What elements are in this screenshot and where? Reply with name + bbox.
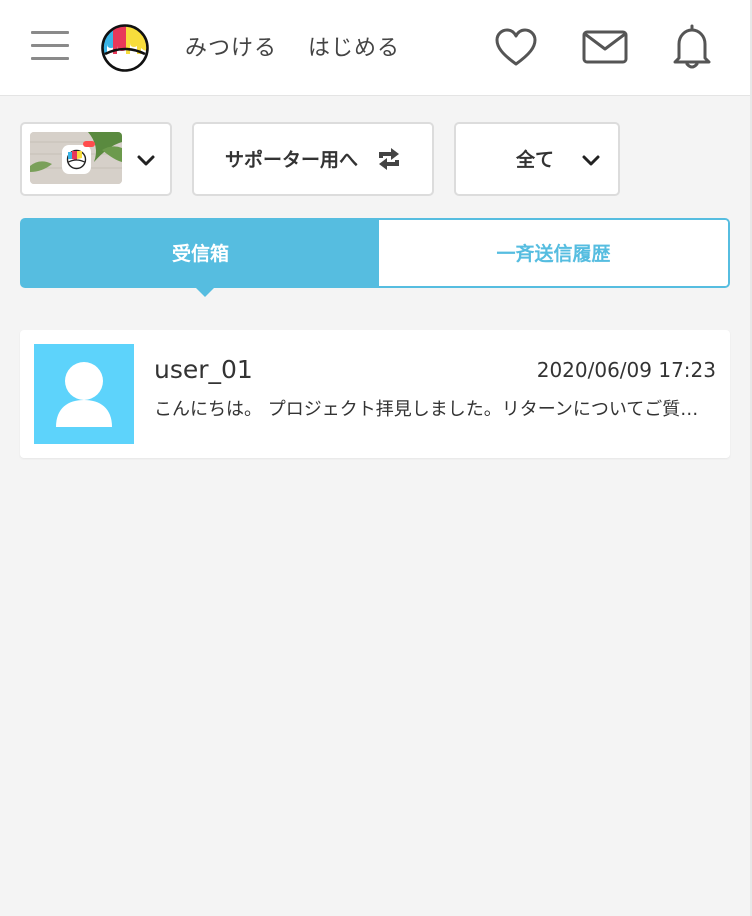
- heart-icon[interactable]: [494, 28, 538, 72]
- chevron-down-icon: [581, 153, 601, 172]
- message-preview: こんにちは。 プロジェクト拝見しました。リターンについてご質問があります。: [154, 399, 716, 420]
- project-selector[interactable]: [20, 122, 172, 196]
- filter-selected-value: 全て: [516, 149, 555, 171]
- chevron-down-icon: [136, 153, 156, 172]
- switch-to-supporter-button[interactable]: サポーター用へ: [192, 122, 434, 196]
- list-item[interactable]: user_01 2020/06/09 17:23 こんにちは。 プロジェクト拝見…: [20, 330, 730, 458]
- switch-icon: [377, 148, 401, 174]
- message-tabs: 受信箱 一斉送信履歴: [20, 218, 730, 288]
- active-tab-pointer: [194, 286, 216, 297]
- project-thumbnail: [30, 132, 122, 184]
- mail-icon[interactable]: [582, 30, 628, 68]
- tab-inbox-label: 受信箱: [171, 243, 229, 265]
- filter-dropdown[interactable]: 全て: [454, 122, 620, 196]
- nav-start-link[interactable]: はじめる: [308, 34, 400, 64]
- switch-to-supporter-label: サポーター用へ: [225, 149, 359, 171]
- tab-inbox[interactable]: 受信箱: [22, 220, 379, 286]
- nav-find-link[interactable]: みつける: [185, 34, 277, 64]
- tab-broadcast-history[interactable]: 一斉送信履歴: [379, 220, 728, 286]
- menu-icon[interactable]: [31, 31, 69, 61]
- message-timestamp: 2020/06/09 17:23: [536, 358, 716, 382]
- app-header: みつける はじめる: [0, 0, 750, 96]
- logo-icon[interactable]: [101, 24, 149, 72]
- bell-icon[interactable]: [673, 24, 711, 74]
- user-avatar-icon: [34, 344, 134, 444]
- tab-broadcast-history-label: 一斉送信履歴: [496, 243, 611, 265]
- message-username: user_01: [154, 355, 253, 384]
